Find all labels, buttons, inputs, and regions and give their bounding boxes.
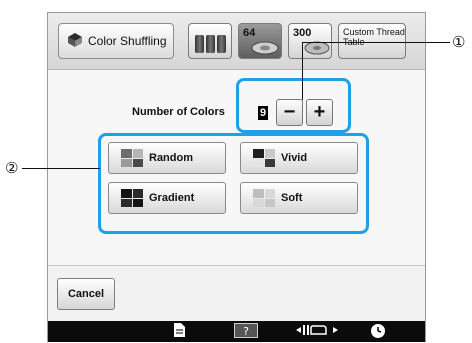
presser-foot-icon[interactable] <box>296 323 338 341</box>
callout-2-leader <box>22 168 100 169</box>
callout-1-leader-horizontal <box>302 42 450 43</box>
thread-64-button[interactable]: 64 <box>238 23 282 59</box>
callout-2: ② <box>5 160 19 177</box>
soft-icon <box>253 189 275 207</box>
svg-text:?: ? <box>243 325 249 338</box>
page-title: Color Shuffling <box>88 34 167 48</box>
custom-thread-table-button[interactable]: Custom Thread Table <box>338 23 406 59</box>
color-shuffling-screen: Color Shuffling 64 300 Custom Thread Tab… <box>47 12 426 342</box>
bottom-status-bar: ? <box>48 321 425 342</box>
vivid-icon <box>253 149 275 167</box>
gradient-label: Gradient <box>149 192 195 204</box>
cancel-button[interactable]: Cancel <box>57 278 115 310</box>
random-button[interactable]: Random <box>108 142 226 174</box>
gradient-button[interactable]: Gradient <box>108 182 226 214</box>
custom-thread-table-label: Custom Thread Table <box>343 27 405 47</box>
number-of-colors-label: Number of Colors <box>132 106 225 118</box>
vivid-button[interactable]: Vivid <box>240 142 358 174</box>
decrease-colors-button[interactable]: − <box>276 99 303 126</box>
soft-label: Soft <box>281 192 303 204</box>
random-label: Random <box>149 152 193 164</box>
clock-icon[interactable] <box>370 323 386 343</box>
random-icon <box>121 149 143 167</box>
callout-1: ① <box>452 34 466 51</box>
document-icon[interactable] <box>174 323 185 341</box>
number-of-colors-value: 9 <box>258 106 268 120</box>
color-shuffle-icon <box>67 32 83 51</box>
callout-1-leader-vertical <box>302 42 303 100</box>
increase-colors-button[interactable]: + <box>306 99 333 126</box>
thread-300-button[interactable]: 300 <box>288 23 332 59</box>
help-icon[interactable]: ? <box>234 323 258 342</box>
vivid-label: Vivid <box>281 152 308 164</box>
soft-button[interactable]: Soft <box>240 182 358 214</box>
color-shuffling-title: Color Shuffling <box>58 23 174 59</box>
gradient-icon <box>121 189 143 207</box>
thread-spools-button[interactable] <box>188 23 232 59</box>
